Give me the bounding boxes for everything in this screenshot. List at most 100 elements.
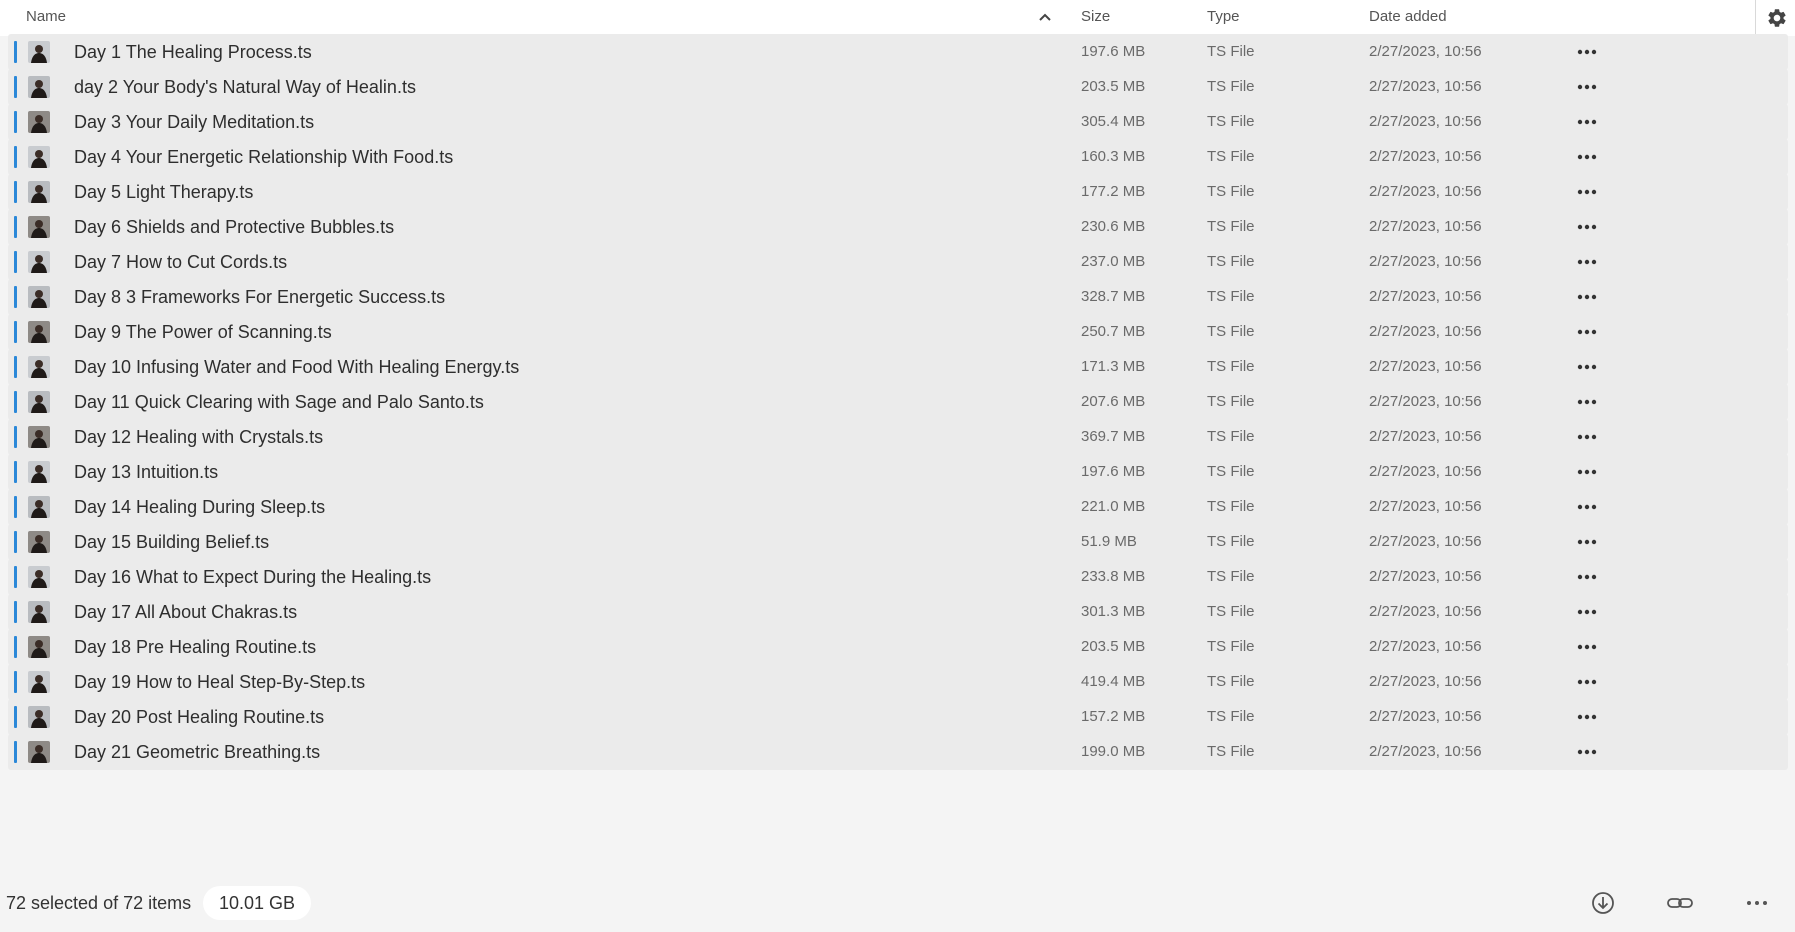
row-more-button[interactable]: [1572, 743, 1602, 761]
file-date-added: 2/27/2023, 10:56: [1369, 288, 1482, 305]
file-row[interactable]: Day 20 Post Healing Routine.ts 157.2 MB TS…: [8, 699, 1788, 735]
more-options-icon: [1577, 189, 1597, 195]
gear-icon: [1768, 9, 1786, 27]
more-options-icon: [1577, 574, 1597, 580]
file-type: TS File: [1207, 288, 1255, 305]
file-type: TS File: [1207, 428, 1255, 445]
row-more-button[interactable]: [1572, 253, 1602, 271]
column-header-bar: Name Size Type Date added: [0, 0, 1795, 36]
footer-more-button[interactable]: [1742, 888, 1772, 918]
row-more-button[interactable]: [1572, 533, 1602, 551]
file-type: TS File: [1207, 673, 1255, 690]
file-row[interactable]: Day 16 What to Expect During the Healing…: [8, 559, 1788, 595]
more-options-icon: [1577, 749, 1597, 755]
selection-indicator: [14, 741, 17, 763]
video-thumbnail: [28, 286, 50, 308]
chevron-up-icon[interactable]: [1036, 10, 1054, 24]
file-row[interactable]: Day 15 Building Belief.ts 51.9 MB TS File 2…: [8, 524, 1788, 560]
file-row[interactable]: Day 5 Light Therapy.ts 177.2 MB TS File 2/2…: [8, 174, 1788, 210]
copy-link-button[interactable]: [1665, 888, 1695, 918]
file-name: Day 13 Intuition.ts: [74, 462, 219, 482]
row-more-button[interactable]: [1572, 113, 1602, 131]
column-header-type[interactable]: Type: [1207, 0, 1240, 36]
selection-indicator: [14, 601, 17, 623]
row-more-button[interactable]: [1572, 638, 1602, 656]
file-row[interactable]: Day 18 Pre Healing Routine.ts 203.5 MB TS …: [8, 629, 1788, 665]
file-size: 171.3 MB: [1081, 358, 1146, 375]
selection-indicator: [14, 216, 17, 238]
file-name: Day 21 Geometric Breathing.ts: [74, 742, 321, 762]
row-more-button[interactable]: [1572, 148, 1602, 166]
file-size: 419.4 MB: [1081, 673, 1146, 690]
row-more-button[interactable]: [1572, 358, 1602, 376]
file-row[interactable]: Day 6 Shields and Protective Bubbles.ts 2…: [8, 209, 1788, 245]
file-row[interactable]: day 2 Your Body's Natural Way of Healin.…: [8, 69, 1788, 105]
file-date-added: 2/27/2023, 10:56: [1369, 183, 1482, 200]
row-more-button[interactable]: [1572, 708, 1602, 726]
column-header-size[interactable]: Size: [1081, 0, 1110, 36]
video-thumbnail: [28, 706, 50, 728]
column-settings-button[interactable]: [1755, 0, 1795, 36]
file-type: TS File: [1207, 463, 1255, 480]
file-row[interactable]: Day 9 The Power of Scanning.ts 250.7 MB TS…: [8, 314, 1788, 350]
file-row[interactable]: Day 7 How to Cut Cords.ts 237.0 MB TS File…: [8, 244, 1788, 280]
row-more-button[interactable]: [1572, 393, 1602, 411]
file-date-added: 2/27/2023, 10:56: [1369, 498, 1482, 515]
file-name: Day 4 Your Energetic Relationship With F…: [74, 147, 454, 167]
file-row[interactable]: Day 4 Your Energetic Relationship With F…: [8, 139, 1788, 175]
more-options-icon: [1577, 294, 1597, 300]
file-row[interactable]: Day 1 The Healing Process.ts 197.6 MB TS F…: [8, 34, 1788, 70]
file-row[interactable]: Day 21 Geometric Breathing.ts 199.0 MB TS …: [8, 734, 1788, 770]
row-more-button[interactable]: [1572, 323, 1602, 341]
file-name: Day 14 Healing During Sleep.ts: [74, 497, 326, 517]
file-size: 203.5 MB: [1081, 78, 1146, 95]
file-row[interactable]: Day 10 Infusing Water and Food With Heal…: [8, 349, 1788, 385]
file-row[interactable]: Day 8 3 Frameworks For Energetic Success…: [8, 279, 1788, 315]
video-thumbnail: [28, 636, 50, 658]
file-size: 203.5 MB: [1081, 638, 1146, 655]
file-row[interactable]: Day 17 All About Chakras.ts 301.3 MB TS Fi…: [8, 594, 1788, 630]
row-more-button[interactable]: [1572, 428, 1602, 446]
selection-footer: 72 selected of 72 items 10.01 GB: [0, 874, 1795, 932]
file-row[interactable]: Day 19 How to Heal Step-By-Step.ts 419.4 …: [8, 664, 1788, 700]
video-thumbnail: [28, 146, 50, 168]
row-more-button[interactable]: [1572, 603, 1602, 621]
row-more-button[interactable]: [1572, 43, 1602, 61]
file-date-added: 2/27/2023, 10:56: [1369, 218, 1482, 235]
more-options-icon: [1577, 329, 1597, 335]
column-header-date-added[interactable]: Date added: [1369, 0, 1447, 36]
row-more-button[interactable]: [1572, 183, 1602, 201]
file-type: TS File: [1207, 498, 1255, 515]
file-name: Day 10 Infusing Water and Food With Heal…: [74, 357, 520, 377]
more-options-icon: [1577, 224, 1597, 230]
file-type: TS File: [1207, 638, 1255, 655]
row-more-button[interactable]: [1572, 218, 1602, 236]
file-row[interactable]: Day 14 Healing During Sleep.ts 221.0 MB TS…: [8, 489, 1788, 525]
row-more-button[interactable]: [1572, 78, 1602, 96]
video-thumbnail: [28, 111, 50, 133]
selection-indicator: [14, 426, 17, 448]
file-size: 233.8 MB: [1081, 568, 1146, 585]
file-row[interactable]: Day 12 Healing with Crystals.ts 369.7 MB T…: [8, 419, 1788, 455]
column-header-name[interactable]: Name: [26, 0, 66, 36]
row-more-button[interactable]: [1572, 568, 1602, 586]
file-row[interactable]: Day 3 Your Daily Meditation.ts 305.4 MB TS…: [8, 104, 1788, 140]
more-options-icon: [1577, 539, 1597, 545]
file-name: Day 19 How to Heal Step-By-Step.ts: [74, 672, 366, 692]
file-row[interactable]: Day 11 Quick Clearing with Sage and Palo…: [8, 384, 1788, 420]
file-size: 301.3 MB: [1081, 603, 1146, 620]
file-date-added: 2/27/2023, 10:56: [1369, 148, 1482, 165]
row-more-button[interactable]: [1572, 463, 1602, 481]
row-more-button[interactable]: [1572, 498, 1602, 516]
file-name: Day 16 What to Expect During the Healing…: [74, 567, 432, 587]
file-date-added: 2/27/2023, 10:56: [1369, 533, 1482, 550]
video-thumbnail: [28, 461, 50, 483]
video-thumbnail: [28, 531, 50, 553]
row-more-button[interactable]: [1572, 288, 1602, 306]
more-options-icon: [1577, 644, 1597, 650]
row-more-button[interactable]: [1572, 673, 1602, 691]
file-date-added: 2/27/2023, 10:56: [1369, 253, 1482, 270]
total-size-badge: 10.01 GB: [203, 886, 312, 920]
file-row[interactable]: Day 13 Intuition.ts 197.6 MB TS File 2/27/2…: [8, 454, 1788, 490]
download-button[interactable]: [1588, 888, 1618, 918]
